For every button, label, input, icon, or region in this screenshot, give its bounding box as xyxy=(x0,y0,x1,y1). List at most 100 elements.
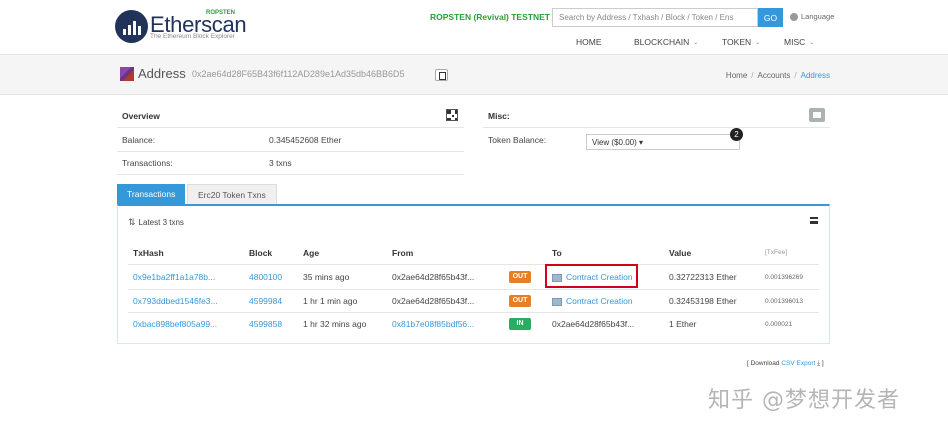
token-balance-label: Token Balance: xyxy=(488,135,547,145)
tx-hash-link[interactable]: 0x793ddbed1546fe3... xyxy=(133,296,218,306)
contract-icon xyxy=(552,297,562,306)
tx-from: 0x2ae64d28f65b43f... xyxy=(392,272,475,282)
table-row-hash: 0xbac898bef805a99... xyxy=(133,319,217,329)
csv-export-link[interactable]: CSV Export xyxy=(781,360,815,367)
chevron-down-icon: ⌄ xyxy=(693,39,699,46)
divider xyxy=(117,151,464,152)
divider xyxy=(117,127,464,128)
language-label: Language xyxy=(801,12,835,21)
divider xyxy=(117,174,464,175)
nav-blockchain-label: BLOCKCHAIN xyxy=(634,37,690,47)
direction-badge: OUT xyxy=(509,271,531,283)
breadcrumb-separator: / xyxy=(794,71,797,80)
direction-badge: IN xyxy=(509,318,531,330)
token-balance-dropdown[interactable]: View ($0.00) ▾ xyxy=(586,134,740,150)
sort-icon: ⇅ xyxy=(128,217,136,227)
tab-transactions[interactable]: Transactions xyxy=(117,184,186,204)
latest-txns-label: Latest 3 txns xyxy=(138,218,184,227)
col-block: Block xyxy=(249,248,273,258)
top-header: Etherscan ROPSTEN The Ethereum Block Exp… xyxy=(0,0,948,55)
misc-title: Misc: xyxy=(488,111,510,121)
csv-suffix: ] xyxy=(821,360,824,367)
balance-value: 0.345452608 Ether xyxy=(269,135,342,145)
tx-age: 1 hr 1 min ago xyxy=(303,296,358,306)
download-icon[interactable]: ⤓ xyxy=(817,360,820,367)
table-row-hash: 0x793ddbed1546fe3... xyxy=(133,296,218,306)
table-row-hash: 0x9e1ba2ff1a1a78b... xyxy=(133,272,215,282)
logo-tagline: The Ethereum Block Explorer xyxy=(150,33,235,40)
tx-value: 0.32722313 Ether xyxy=(669,272,737,282)
token-balance-value: View ($0.00) xyxy=(592,138,637,147)
search-input[interactable] xyxy=(552,8,758,27)
tx-fee: 0.001396013 xyxy=(765,298,803,305)
highlight-annotation xyxy=(545,264,638,288)
block-link[interactable]: 4599858 xyxy=(249,319,282,329)
nav-token[interactable]: TOKEN ⌄ xyxy=(722,37,760,47)
nav-misc[interactable]: MISC ⌄ xyxy=(784,37,814,47)
network-label: ROPSTEN (Revival) TESTNET xyxy=(430,12,550,22)
direction-badge: OUT xyxy=(509,295,531,307)
address-identicon-icon xyxy=(120,67,134,81)
breadcrumb-accounts[interactable]: Accounts xyxy=(758,71,791,80)
logo-network-tag: ROPSTEN xyxy=(206,10,236,16)
tx-fee: 0.001396269 xyxy=(765,274,803,281)
tx-value: 0.32453198 Ether xyxy=(669,296,737,306)
nav-token-label: TOKEN xyxy=(722,37,752,47)
etherscan-logo-icon[interactable] xyxy=(115,10,148,43)
divider xyxy=(483,127,830,128)
tx-value: 1 Ether xyxy=(669,319,697,329)
chevron-down-icon: ⌄ xyxy=(755,39,761,46)
col-to: To xyxy=(552,248,562,258)
divider xyxy=(128,312,819,313)
balance-label: Balance: xyxy=(122,135,156,145)
comment-icon[interactable] xyxy=(809,108,825,122)
col-txfee: [TxFee] xyxy=(765,249,788,256)
tx-age: 1 hr 32 mins ago xyxy=(303,319,367,329)
nav-home[interactable]: HOME xyxy=(576,37,602,47)
tx-to: 0x2ae64d28f65b43f... xyxy=(552,319,635,329)
search-button[interactable]: GO xyxy=(758,8,783,27)
contract-creation-link[interactable]: Contract Creation xyxy=(566,296,633,306)
qr-code-icon[interactable] xyxy=(446,109,458,121)
nav-home-label: HOME xyxy=(576,37,602,47)
tx-age: 35 mins ago xyxy=(303,272,350,282)
nav-misc-label: MISC xyxy=(784,37,806,47)
address-hash: 0x2ae64d28F65B43f6f112AD289e1Ad35db46BB6… xyxy=(192,69,405,79)
menu-icon[interactable] xyxy=(810,217,818,224)
chevron-down-icon: ⌄ xyxy=(809,39,815,46)
csv-prefix: [ Download xyxy=(747,360,780,367)
table-row-block: 4800100 xyxy=(249,272,282,282)
globe-icon xyxy=(790,12,798,21)
token-count-badge: 2 xyxy=(730,128,743,141)
csv-export: [ Download CSV Export ⤓ ] xyxy=(747,360,824,368)
transactions-value: 3 txns xyxy=(269,158,292,168)
tx-fee: 0.000021 xyxy=(765,321,793,328)
col-age: Age xyxy=(303,248,320,258)
tx-hash-link[interactable]: 0xbac898bef805a99... xyxy=(133,319,217,329)
col-from: From xyxy=(392,248,414,258)
table-row-block: 4599984 xyxy=(249,296,282,306)
copy-icon[interactable] xyxy=(435,69,448,81)
breadcrumb-separator: / xyxy=(751,71,754,80)
caret-down-icon: ▾ xyxy=(639,138,644,147)
tab-erc20-token-txns[interactable]: Erc20 Token Txns xyxy=(187,184,277,204)
nav-blockchain[interactable]: BLOCKCHAIN ⌄ xyxy=(634,37,698,47)
tx-from: 0x2ae64d28f65b43f... xyxy=(392,296,475,306)
breadcrumb-home[interactable]: Home xyxy=(726,71,747,80)
block-link[interactable]: 4599984 xyxy=(249,296,282,306)
latest-txns: ⇅ Latest 3 txns xyxy=(128,217,184,228)
language-selector[interactable]: Language xyxy=(790,12,834,21)
breadcrumb: Home / Accounts / Address xyxy=(726,71,830,80)
watermark: 知乎 @梦想开发者 xyxy=(708,388,900,413)
from-address-link[interactable]: 0x81b7e08f85bdf56... xyxy=(392,319,474,329)
col-value: Value xyxy=(669,248,692,258)
divider xyxy=(128,289,819,290)
block-link[interactable]: 4800100 xyxy=(249,272,282,282)
overview-title: Overview xyxy=(122,111,160,121)
tx-to[interactable]: Contract Creation xyxy=(552,296,633,306)
page-title: Address xyxy=(138,66,186,81)
breadcrumb-address: Address xyxy=(800,71,830,80)
tx-hash-link[interactable]: 0x9e1ba2ff1a1a78b... xyxy=(133,272,215,282)
tx-from: 0x81b7e08f85bdf56... xyxy=(392,319,474,329)
divider xyxy=(128,264,819,265)
